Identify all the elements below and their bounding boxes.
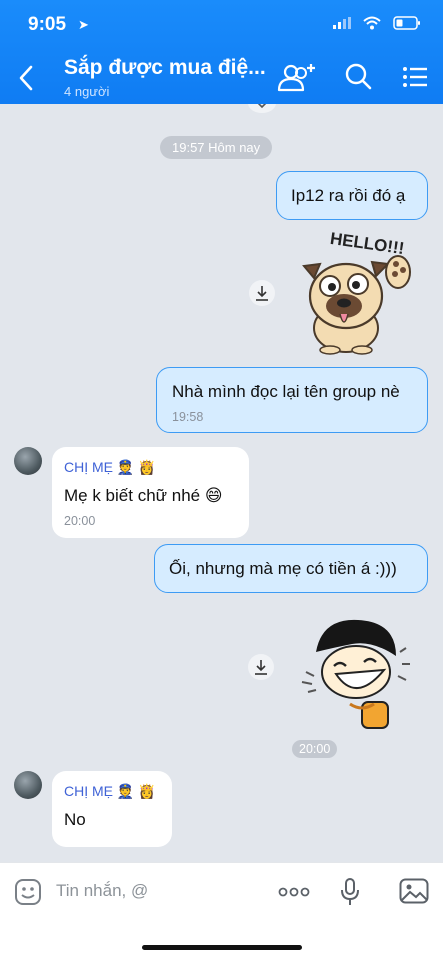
message-bubble-outgoing[interactable]: Ối, nhưng mà mẹ có tiền á :))) — [154, 544, 428, 593]
status-time: 9:05 — [28, 14, 67, 35]
chat-header: 9:05 ➤ Sắp được mua điệ... 4 người — [0, 0, 443, 104]
avatar[interactable] — [14, 447, 42, 475]
back-icon[interactable] — [16, 64, 36, 92]
message-text: Ip12 ra rồi đó ạ — [291, 186, 406, 205]
search-icon[interactable] — [344, 62, 372, 92]
message-bubble-incoming[interactable]: CHỊ MẸ 👮 👸 No — [52, 771, 172, 847]
message-text: Mẹ k biết chữ nhé 😄 — [64, 486, 223, 505]
emoji-icon[interactable] — [14, 878, 42, 906]
composer-bar: Tin nhắn, @ — [0, 862, 443, 961]
sender-name[interactable]: CHỊ MẸ 👮 👸 — [64, 783, 172, 800]
pug-sticker[interactable]: HELLO!!! — [300, 226, 414, 356]
date-separator: 19:57 Hôm nay — [160, 136, 273, 159]
group-title[interactable]: Sắp được mua điệ... — [64, 56, 266, 80]
microphone-icon[interactable] — [340, 877, 360, 907]
time-label: 20:00 — [292, 740, 338, 758]
signal-icon — [333, 17, 351, 29]
message-bubble-outgoing[interactable]: Nhà mình đọc lại tên group nè 19:58 — [156, 367, 428, 433]
message-text: No — [64, 810, 86, 829]
avatar[interactable] — [14, 771, 42, 799]
status-icons — [333, 16, 421, 30]
message-bubble-incoming[interactable]: CHỊ MẸ 👮 👸 Mẹ k biết chữ nhé 😄 20:00 — [52, 447, 249, 538]
sender-name[interactable]: CHỊ MẸ 👮 👸 — [64, 459, 249, 476]
message-input[interactable]: Tin nhắn, @ — [56, 881, 148, 901]
home-indicator — [142, 945, 302, 950]
download-icon — [255, 660, 267, 675]
message-time: 20:00 — [64, 514, 96, 528]
wifi-icon — [363, 16, 381, 30]
more-options-icon[interactable] — [278, 887, 310, 897]
message-bubble-outgoing[interactable]: Ip12 ra rồi đó ạ — [276, 171, 428, 220]
location-arrow-icon: ➤ — [78, 17, 89, 32]
message-text: Ối, nhưng mà mẹ có tiền á :))) — [169, 559, 397, 578]
download-sticker-button[interactable] — [248, 654, 274, 680]
member-count: 4 người — [64, 84, 110, 99]
add-member-icon[interactable] — [277, 62, 315, 94]
message-text: Nhà mình đọc lại tên group nè — [172, 382, 400, 401]
scroll-down-icon[interactable] — [248, 104, 276, 114]
message-time: 19:58 — [172, 410, 204, 424]
message-list[interactable]: 19:57 Hôm nay Ip12 ra rồi đó ạ HELLO!!! … — [0, 104, 443, 862]
sticker-text: HELLO!!! — [329, 229, 406, 258]
battery-icon — [393, 16, 420, 30]
menu-list-icon[interactable] — [402, 62, 428, 92]
download-sticker-button[interactable] — [249, 280, 275, 306]
image-picker-icon[interactable] — [399, 878, 429, 904]
laughing-kid-sticker[interactable] — [292, 612, 416, 736]
download-icon — [256, 286, 268, 301]
